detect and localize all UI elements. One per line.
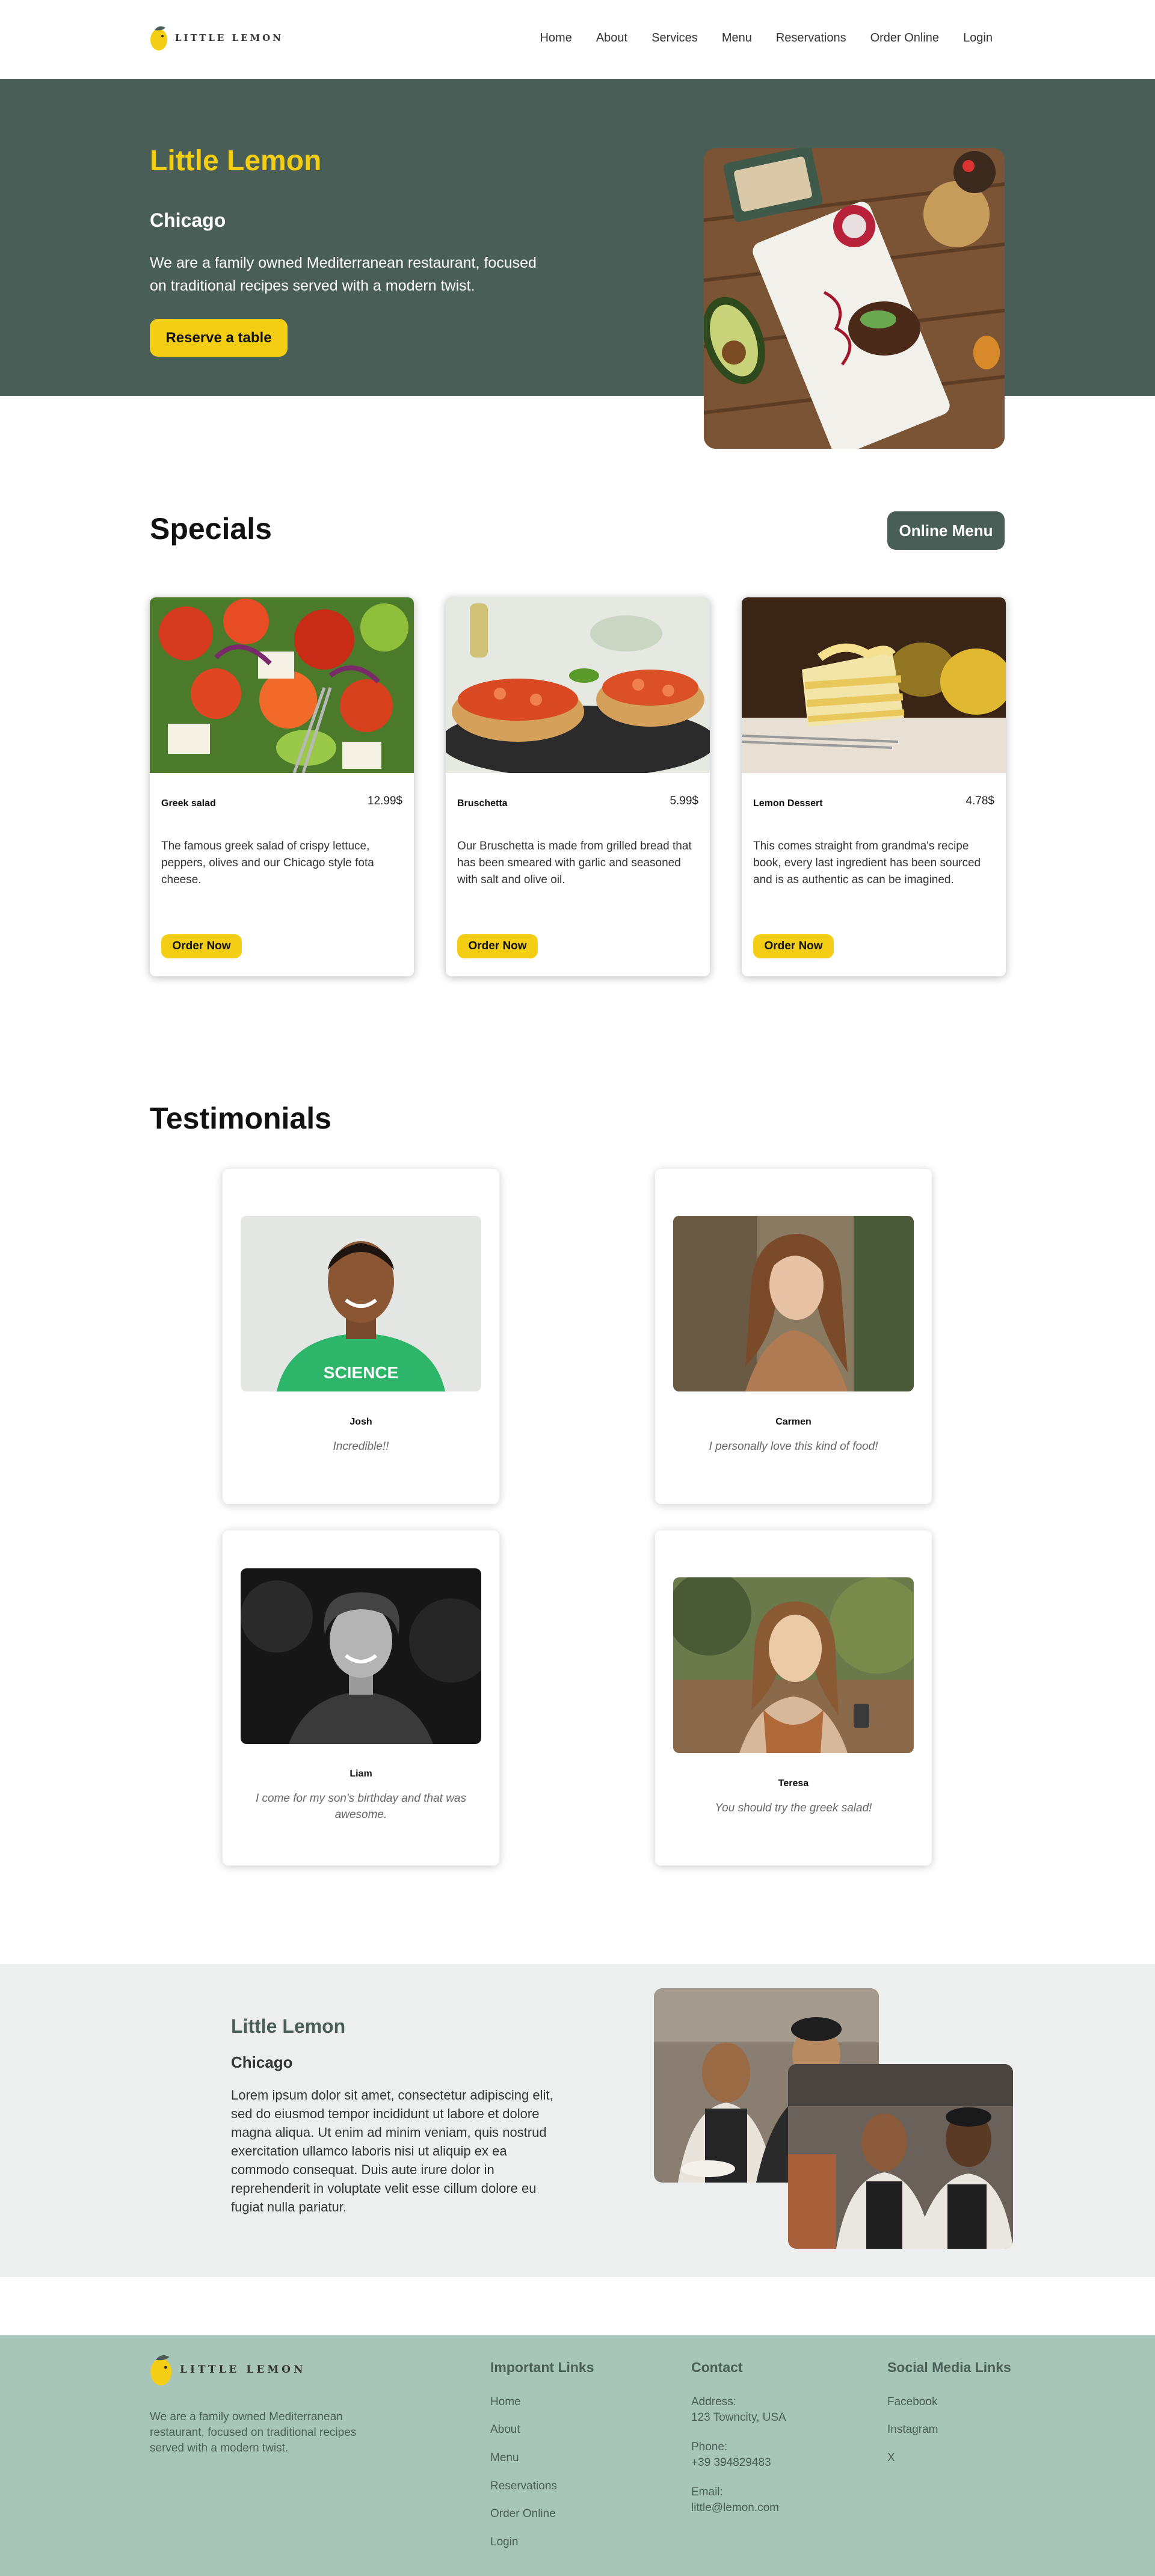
special-description: This comes straight from grandma's recip… bbox=[753, 840, 981, 886]
nav-menu[interactable]: Menu bbox=[722, 31, 752, 45]
testimonial-name: Josh bbox=[350, 1417, 372, 1427]
footer-link-about[interactable]: About bbox=[490, 2422, 520, 2438]
plated-dish-illustration bbox=[704, 148, 1005, 449]
lemon-dessert-illustration bbox=[742, 597, 1006, 773]
order-now-button[interactable]: Order Now bbox=[161, 934, 242, 958]
logo[interactable]: LITTLE LEMON bbox=[150, 23, 283, 53]
nav-login[interactable]: Login bbox=[963, 31, 993, 45]
special-name: Greek salad bbox=[161, 798, 216, 809]
testimonial-card-josh: SCIENCE Josh Incredible!! bbox=[223, 1169, 499, 1504]
testimonial-quote: Incredible!! bbox=[333, 1440, 389, 1453]
avatar bbox=[241, 1568, 481, 1744]
special-price: 5.99$ bbox=[670, 795, 698, 807]
footer-logo[interactable]: LITTLE LEMON bbox=[150, 2349, 306, 2390]
footer-link-reservations[interactable]: Reservations bbox=[490, 2479, 557, 2494]
about-subtitle: Chicago bbox=[231, 2053, 293, 2071]
hero-title: Little Lemon bbox=[150, 145, 322, 177]
testimonial-name: Liam bbox=[350, 1769, 372, 1779]
contact-email-label: Email: bbox=[691, 2486, 723, 2498]
nav-reservations[interactable]: Reservations bbox=[776, 31, 846, 45]
hero-subtitle: Chicago bbox=[150, 209, 226, 231]
special-name: Bruschetta bbox=[457, 798, 508, 809]
testimonials-title: Testimonials bbox=[150, 1102, 331, 1135]
carmen-photo bbox=[673, 1216, 914, 1391]
important-links-title: Important Links bbox=[490, 2359, 594, 2375]
lemon-logo-icon bbox=[150, 26, 167, 51]
avatar: SCIENCE bbox=[241, 1216, 481, 1391]
greek-salad-illustration bbox=[150, 597, 414, 773]
chefs-image-2 bbox=[788, 2064, 1013, 2249]
social-links-title: Social Media Links bbox=[887, 2359, 1011, 2375]
logo-text: LITTLE LEMON bbox=[175, 32, 283, 43]
special-card-bruschetta: Bruschetta 5.99$ Our Bruschetta is made … bbox=[446, 597, 710, 976]
bruschetta-image bbox=[446, 597, 710, 773]
nav-order-online[interactable]: Order Online bbox=[870, 31, 940, 45]
hero-description: We are a family owned Mediterranean rest… bbox=[150, 254, 537, 294]
special-price: 12.99$ bbox=[367, 795, 402, 807]
specials-title: Specials bbox=[150, 512, 272, 546]
special-name: Lemon Dessert bbox=[753, 798, 823, 809]
josh-photo: SCIENCE bbox=[241, 1216, 481, 1391]
footer-link-home[interactable]: Home bbox=[490, 2394, 521, 2410]
contact-email[interactable]: little@lemon.com bbox=[691, 2500, 779, 2516]
special-card-lemon-dessert: Lemon Dessert 4.78$ This comes straight … bbox=[742, 597, 1006, 976]
testimonial-quote: I come for my son's birthday and that wa… bbox=[255, 1792, 466, 1821]
order-now-button[interactable]: Order Now bbox=[457, 934, 538, 958]
special-card-greek-salad: Greek salad 12.99$ The famous greek sala… bbox=[150, 597, 414, 976]
teresa-photo bbox=[673, 1577, 914, 1753]
hero-food-image bbox=[704, 148, 1005, 449]
testimonial-card-teresa: Teresa You should try the greek salad! bbox=[655, 1530, 932, 1866]
contact-title: Contact bbox=[691, 2359, 743, 2375]
site-header: LITTLE LEMON Home About Services Menu Re… bbox=[0, 0, 1155, 79]
nav-home[interactable]: Home bbox=[540, 31, 571, 45]
svg-text:SCIENCE: SCIENCE bbox=[324, 1363, 398, 1382]
testimonial-card-carmen: Carmen I personally love this kind of fo… bbox=[655, 1169, 932, 1504]
footer-description: We are a family owned Mediterranean rest… bbox=[150, 2411, 357, 2454]
contact-phone-label: Phone: bbox=[691, 2441, 728, 2453]
avatar bbox=[673, 1216, 914, 1391]
contact-address: 123 Towncity, USA bbox=[691, 2411, 786, 2424]
chefs-photo-2 bbox=[788, 2064, 1013, 2249]
footer-logo-text: LITTLE LEMON bbox=[180, 2364, 306, 2376]
special-description: Our Bruschetta is made from grilled brea… bbox=[457, 840, 692, 886]
avatar bbox=[673, 1577, 914, 1753]
online-menu-button[interactable]: Online Menu bbox=[887, 511, 1005, 550]
contact-address-label: Address: bbox=[691, 2396, 736, 2408]
greek-salad-image bbox=[150, 597, 414, 773]
about-description: Lorem ipsum dolor sit amet, consectetur … bbox=[231, 2088, 553, 2214]
nav-services[interactable]: Services bbox=[651, 31, 698, 45]
testimonial-quote: I personally love this kind of food! bbox=[709, 1440, 878, 1453]
about-title: Little Lemon bbox=[231, 2015, 346, 2037]
testimonial-name: Teresa bbox=[778, 1778, 809, 1789]
testimonial-name: Carmen bbox=[775, 1417, 812, 1427]
footer-link-login[interactable]: Login bbox=[490, 2534, 519, 2550]
order-now-button[interactable]: Order Now bbox=[753, 934, 834, 958]
lemon-logo-icon bbox=[150, 2355, 172, 2386]
liam-photo bbox=[241, 1568, 481, 1744]
lemon-dessert-image bbox=[742, 597, 1006, 773]
contact-phone[interactable]: +39 394829483 bbox=[691, 2455, 771, 2471]
footer-link-order-online[interactable]: Order Online bbox=[490, 2506, 556, 2522]
special-description: The famous greek salad of crispy lettuce… bbox=[161, 840, 374, 886]
nav-about[interactable]: About bbox=[596, 31, 627, 45]
social-link-x[interactable]: X bbox=[887, 2450, 895, 2466]
social-link-instagram[interactable]: Instagram bbox=[887, 2422, 938, 2438]
social-link-facebook[interactable]: Facebook bbox=[887, 2394, 937, 2410]
main-nav: Home About Services Menu Reservations Or… bbox=[540, 31, 993, 45]
bruschetta-illustration bbox=[446, 597, 710, 773]
footer-link-menu[interactable]: Menu bbox=[490, 2450, 519, 2466]
special-price: 4.78$ bbox=[966, 795, 994, 807]
testimonial-quote: You should try the greek salad! bbox=[715, 1802, 872, 1814]
reserve-table-button[interactable]: Reserve a table bbox=[150, 319, 288, 357]
testimonial-card-liam: Liam I come for my son's birthday and th… bbox=[223, 1530, 499, 1866]
